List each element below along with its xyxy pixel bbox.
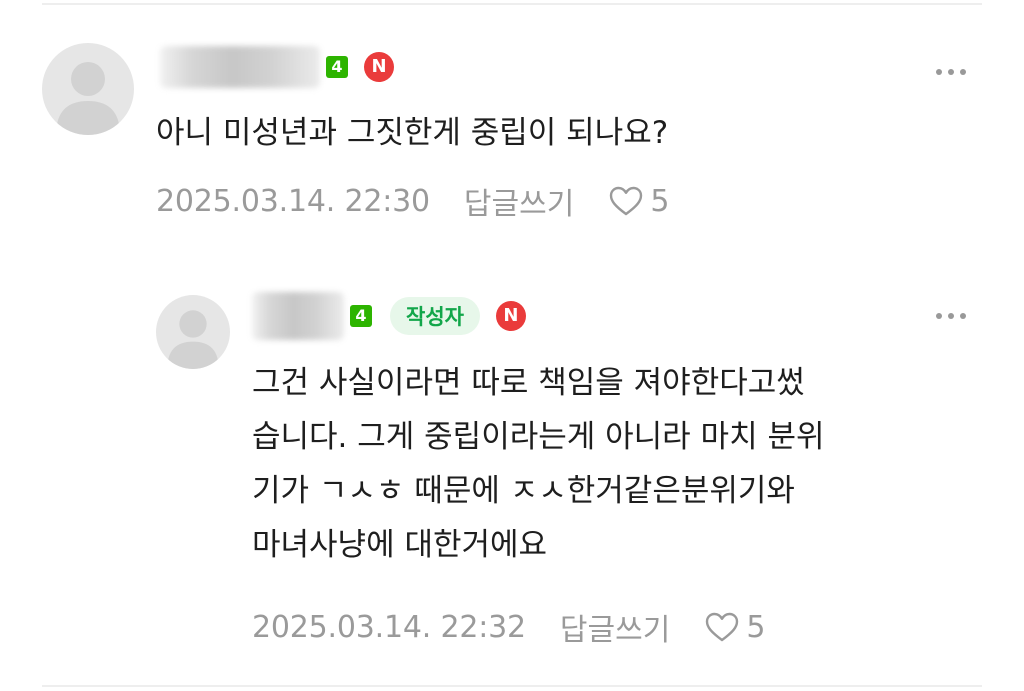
comment-text: 아니 미성년과 그짓한게 중립이 되나요? xyxy=(156,115,669,151)
more-options-button[interactable] xyxy=(936,305,966,327)
comment-date: 2025.03.14. 22:30 xyxy=(156,183,430,219)
like-count: 5 xyxy=(746,609,766,645)
more-options-button[interactable] xyxy=(936,61,966,83)
heart-outline-icon xyxy=(706,612,739,642)
level-badge: 4 xyxy=(326,56,348,78)
comment-meta: 4 작성자 N xyxy=(252,292,526,340)
comment-date: 2025.03.14. 22:32 xyxy=(252,609,526,645)
comment-text: 그건 사실이라면 따로 책임을 져야한다고썼 습니다. 그게 중립이라는게 아니… xyxy=(252,356,824,572)
default-profile-icon xyxy=(167,310,219,369)
nickname-blurred[interactable] xyxy=(252,292,344,340)
top-divider xyxy=(42,3,982,5)
default-profile-icon xyxy=(56,62,120,135)
comment-footer: 2025.03.14. 22:30 답글쓰기 5 xyxy=(156,179,669,223)
comment-text-line: 기가 ㄱㅅㅎ 때문에 ㅈㅅ한거같은분위기와 xyxy=(252,473,795,509)
comment-footer: 2025.03.14. 22:32 답글쓰기 5 xyxy=(252,605,765,649)
author-badge: 작성자 xyxy=(390,297,480,335)
comment-text-line: 습니다. 그게 중립이라는게 아니라 마치 분위 xyxy=(252,419,825,455)
more-options-icon-dot xyxy=(960,313,966,319)
reply-button[interactable]: 답글쓰기 xyxy=(464,179,574,223)
reply-button[interactable]: 답글쓰기 xyxy=(560,605,670,649)
more-options-icon-dot xyxy=(936,313,942,319)
naver-badge: N xyxy=(495,301,526,331)
like-button[interactable]: 5 xyxy=(704,610,765,645)
comment-text-line: 그건 사실이라면 따로 책임을 져야한다고썼 xyxy=(252,365,805,401)
avatar[interactable] xyxy=(156,295,230,369)
like-count: 5 xyxy=(650,183,670,219)
heart-outline-icon xyxy=(610,186,643,216)
comment-text-line: 마녀사냥에 대한거에요 xyxy=(252,527,548,563)
more-options-icon-dot xyxy=(936,69,942,75)
more-options-icon-dot xyxy=(960,69,966,75)
bottom-divider xyxy=(42,685,982,687)
avatar[interactable] xyxy=(42,43,134,135)
nickname-blurred[interactable] xyxy=(160,46,320,88)
like-button[interactable]: 5 xyxy=(608,184,669,219)
naver-badge: N xyxy=(364,52,394,82)
more-options-icon-dot xyxy=(948,69,954,75)
level-badge: 4 xyxy=(350,305,372,327)
more-options-icon-dot xyxy=(948,313,954,319)
comment-meta: 4 N xyxy=(160,46,394,88)
